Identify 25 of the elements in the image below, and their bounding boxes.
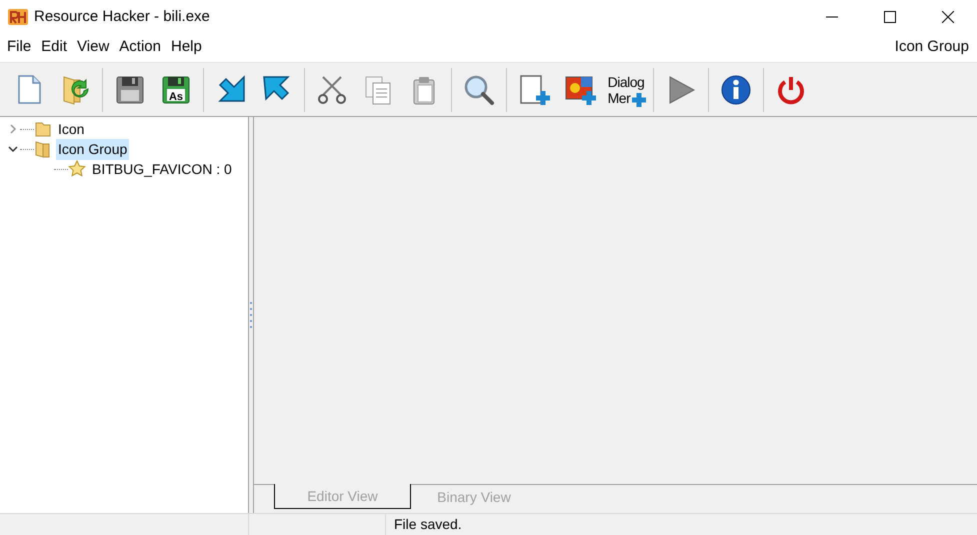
menu-item[interactable]: Help (166, 35, 207, 59)
window-title: Resource Hacker - bili.exe (34, 6, 210, 27)
status-text: File saved. (394, 515, 462, 534)
menu-item[interactable]: Action (114, 35, 166, 59)
close-icon (942, 11, 954, 23)
collapse-chevron-icon[interactable] (8, 144, 18, 154)
maximize-icon (884, 11, 896, 23)
minimize-icon (826, 16, 838, 18)
plus-icon (631, 92, 647, 108)
folder-icon (34, 120, 52, 138)
info-icon (719, 72, 753, 106)
menu-item[interactable]: View (72, 35, 114, 59)
star-icon (68, 160, 86, 178)
app-logo-icon (8, 8, 28, 26)
tree-item[interactable]: Icon Group (56, 138, 130, 160)
saveas-button[interactable]: As (153, 66, 199, 114)
resource-type-label: Icon Group (894, 36, 970, 57)
tree-item[interactable]: BITBUG_FAVICON : 0 (90, 158, 234, 180)
open-folder-icon (34, 140, 52, 158)
tree-item[interactable]: Icon (56, 118, 86, 140)
menu-item[interactable]: Edit (36, 35, 72, 59)
expand-chevron-icon[interactable] (8, 124, 18, 134)
splitter-handle[interactable] (249, 117, 253, 513)
menu-item[interactable]: File (2, 35, 36, 59)
add-dialog-menu-button[interactable]: Dialog Mer (603, 66, 649, 114)
